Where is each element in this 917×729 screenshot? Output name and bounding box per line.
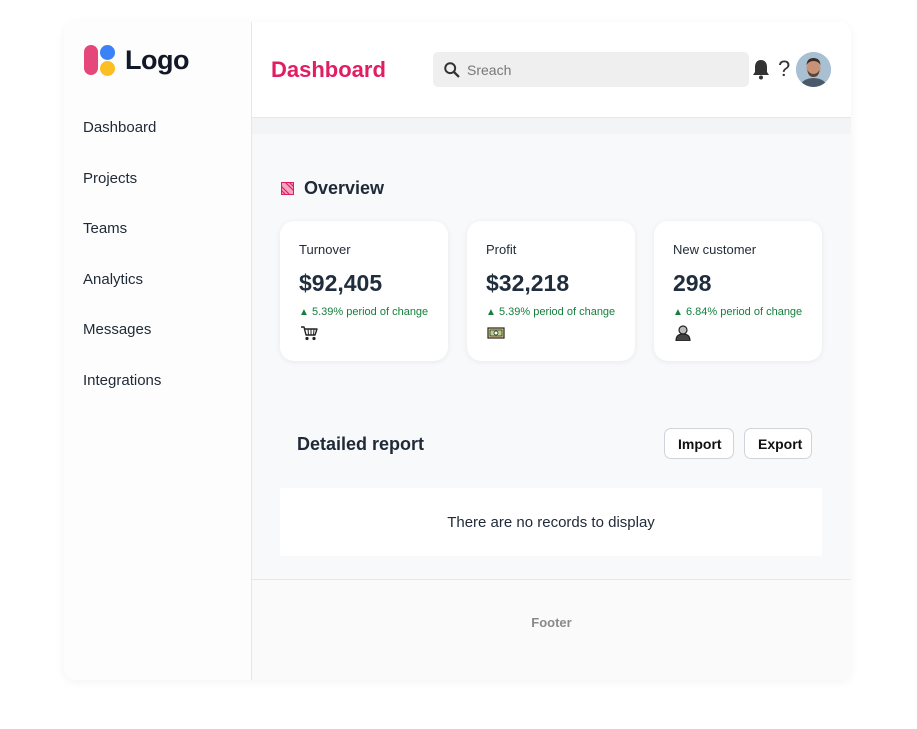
money-icon bbox=[487, 327, 505, 339]
search-input[interactable] bbox=[467, 61, 737, 78]
user-icon bbox=[675, 325, 691, 341]
main-content: Overview Turnover $92,405 ▲ 5.39% period… bbox=[252, 118, 851, 580]
card-change-text: 6.84% period of change bbox=[685, 306, 803, 318]
footer-text: Footer bbox=[531, 615, 572, 630]
bell-icon[interactable] bbox=[751, 58, 771, 80]
card-value: $92,405 bbox=[299, 270, 383, 296]
overview-title: Overview bbox=[304, 178, 385, 198]
sidebar-item-dashboard[interactable]: Dashboard bbox=[83, 118, 161, 169]
card-value: $32,218 bbox=[486, 270, 570, 296]
stat-card-new-customer: New customer 298 ▲ 6.84% period of chang… bbox=[654, 221, 822, 361]
top-header: Dashboard ? bbox=[252, 22, 851, 118]
card-label: Turnover bbox=[299, 242, 351, 257]
stat-card-profit: Profit $32,218 ▲ 5.39% period of change bbox=[467, 221, 635, 361]
card-change-text: 5.39% period of change bbox=[498, 306, 616, 318]
overview-header: Overview bbox=[281, 178, 384, 199]
logo-text: Logo bbox=[125, 44, 189, 75]
card-label: New customer bbox=[673, 242, 757, 257]
card-label: Profit bbox=[486, 242, 517, 257]
card-change: ▲ 5.39% period of change bbox=[299, 306, 428, 318]
sidebar-item-projects[interactable]: Projects bbox=[83, 169, 161, 220]
stat-card-turnover: Turnover $92,405 ▲ 5.39% period of chang… bbox=[280, 221, 448, 361]
logo-icon bbox=[84, 44, 118, 76]
search-bar[interactable] bbox=[433, 52, 749, 87]
sidebar-item-integrations[interactable]: Integrations bbox=[83, 371, 161, 422]
overview-icon bbox=[281, 182, 294, 195]
avatar[interactable] bbox=[796, 52, 831, 87]
up-arrow-icon: ▲ bbox=[299, 307, 309, 318]
detailed-report-title: Detailed report bbox=[297, 434, 425, 454]
card-value: 298 bbox=[673, 270, 712, 296]
empty-records-message: There are no records to display bbox=[447, 513, 655, 531]
card-change: ▲ 5.39% period of change bbox=[486, 306, 615, 318]
card-change-text: 5.39% period of change bbox=[311, 306, 429, 318]
shopping-cart-icon bbox=[301, 326, 318, 341]
app-window: Logo Dashboard Projects Teams Analytics … bbox=[64, 22, 851, 680]
sidebar: Logo Dashboard Projects Teams Analytics … bbox=[64, 22, 252, 680]
card-change: ▲ 6.84% period of change bbox=[673, 306, 802, 318]
logo[interactable]: Logo bbox=[84, 44, 189, 76]
page-title: Dashboard bbox=[271, 57, 386, 82]
sidebar-item-analytics[interactable]: Analytics bbox=[83, 270, 161, 321]
records-table: There are no records to display bbox=[280, 488, 822, 556]
sidebar-item-teams[interactable]: Teams bbox=[83, 219, 161, 270]
help-icon[interactable]: ? bbox=[778, 56, 790, 82]
export-button[interactable]: Export bbox=[744, 428, 812, 459]
import-button[interactable]: Import bbox=[664, 428, 734, 459]
search-icon bbox=[444, 61, 460, 77]
up-arrow-icon: ▲ bbox=[673, 307, 683, 318]
up-arrow-icon: ▲ bbox=[486, 307, 496, 318]
sidebar-item-messages[interactable]: Messages bbox=[83, 320, 161, 371]
divider bbox=[252, 118, 851, 134]
footer: Footer bbox=[252, 579, 851, 680]
sidebar-nav: Dashboard Projects Teams Analytics Messa… bbox=[83, 118, 161, 422]
